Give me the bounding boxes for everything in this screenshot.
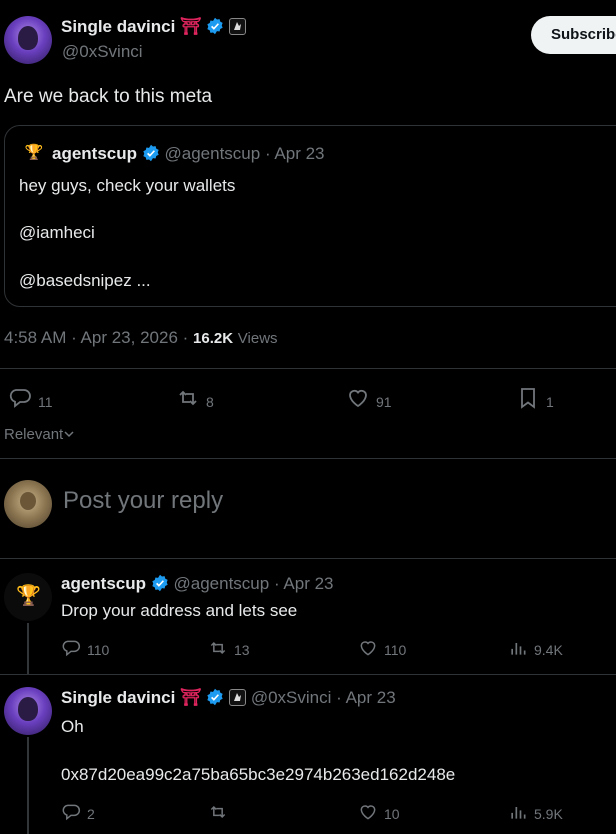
reply-avatar[interactable]: 🏆	[4, 573, 52, 621]
quoted-post-card[interactable]: 🏆 agentscup @agentscup · Apr 23 hey guys…	[4, 125, 616, 307]
views-count: 5.9K	[534, 806, 563, 822]
heart-icon	[346, 389, 370, 414]
divider	[0, 558, 616, 559]
views-button[interactable]: 5.9K	[508, 802, 563, 827]
quoted-line-1: hey guys, check your wallets	[19, 176, 236, 195]
verified-badge-icon	[206, 17, 224, 40]
quoted-handle: @agentscup	[164, 144, 261, 163]
torii-emoji: ⛩	[180, 688, 202, 707]
like-count: 91	[376, 394, 392, 410]
repost-button[interactable]	[208, 802, 234, 827]
reply-display-name[interactable]: Single davinci	[61, 688, 175, 707]
repost-icon	[176, 390, 200, 414]
thread-line	[27, 623, 29, 675]
divider	[0, 368, 616, 369]
verified-badge-icon	[142, 144, 160, 167]
views-label: Views	[237, 330, 278, 347]
repost-icon	[208, 805, 228, 826]
repost-count: 13	[234, 642, 250, 658]
reply-button[interactable]: 110	[61, 638, 109, 663]
like-count: 10	[384, 806, 400, 822]
divider	[0, 458, 616, 459]
repost-button[interactable]: 13	[208, 638, 250, 663]
reply-text: Drop your address and lets see	[61, 601, 298, 620]
reply-icon	[61, 640, 81, 662]
verified-badge-icon	[151, 574, 169, 597]
reply-button[interactable]: 11	[8, 386, 53, 415]
post-text: Are we back to this meta	[4, 86, 213, 107]
thread-line	[27, 737, 29, 834]
reply-input[interactable]: Post your reply	[63, 487, 223, 515]
bookmark-button[interactable]: 1	[516, 386, 554, 415]
like-button[interactable]: 10	[358, 802, 400, 827]
reply-count: 2	[87, 806, 95, 822]
verified-badge-icon	[206, 688, 224, 711]
post-timestamp[interactable]: 4:58 AM · Apr 23, 2026 ·	[4, 328, 193, 347]
repost-count: 8	[206, 394, 214, 410]
bookmark-icon	[516, 388, 540, 414]
reply-icon	[61, 804, 81, 826]
like-button[interactable]: 110	[358, 638, 406, 663]
heart-icon	[358, 641, 378, 662]
sort-label: Relevant	[4, 426, 64, 443]
reply-icon	[8, 389, 32, 414]
quoted-line-2: @iamheci	[19, 223, 95, 242]
reply-avatar[interactable]	[4, 687, 52, 735]
author-avatar[interactable]	[4, 16, 52, 64]
reply-text-line-2: 0x87d20ea99c2a75ba65bc3e2974b263ed162d24…	[61, 765, 456, 784]
trophy-icon: 🏆	[16, 585, 41, 607]
subscribe-label: Subscribe	[551, 26, 616, 43]
repost-button[interactable]: 8	[176, 386, 214, 415]
quoted-date: · Apr 23	[264, 144, 325, 163]
quoted-line-3: @basedsnipez ...	[19, 271, 151, 290]
affiliate-badge-icon	[229, 689, 247, 706]
views-count: 9.4K	[534, 642, 563, 658]
author-handle[interactable]: @0xSvinci	[62, 42, 143, 62]
bookmark-count: 1	[546, 394, 554, 410]
reply-count: 110	[87, 642, 110, 658]
quoted-display-name: agentscup	[52, 144, 138, 163]
views-count: 16.2K	[193, 330, 234, 347]
reply-count: 11	[38, 394, 53, 410]
affiliate-badge-icon	[229, 18, 247, 35]
divider	[0, 674, 616, 675]
views-button[interactable]: 9.4K	[508, 638, 563, 663]
analytics-icon	[508, 643, 528, 662]
chevron-down-icon	[63, 426, 75, 443]
analytics-icon	[508, 807, 528, 826]
subscribe-button[interactable]: Subscribe	[531, 16, 616, 54]
like-count: 110	[384, 642, 407, 658]
quoted-avatar-icon: 🏆	[24, 144, 44, 161]
reply-date[interactable]: · Apr 23	[274, 574, 334, 593]
author-display-name[interactable]: Single davinci	[61, 17, 175, 36]
reply-display-name[interactable]: agentscup	[61, 574, 146, 593]
reply-date[interactable]: · Apr 23	[336, 688, 396, 707]
heart-icon	[358, 805, 378, 826]
torii-emoji: ⛩	[180, 17, 202, 36]
reply-handle[interactable]: @0xSvinci	[251, 688, 332, 707]
user-avatar[interactable]	[4, 480, 52, 528]
like-button[interactable]: 91	[346, 386, 392, 415]
repost-icon	[208, 641, 228, 662]
sort-dropdown[interactable]: Relevant	[4, 426, 75, 443]
reply-text-line-1: Oh	[61, 717, 84, 736]
reply-button[interactable]: 2	[61, 802, 95, 827]
reply-handle[interactable]: @agentscup	[174, 574, 270, 593]
